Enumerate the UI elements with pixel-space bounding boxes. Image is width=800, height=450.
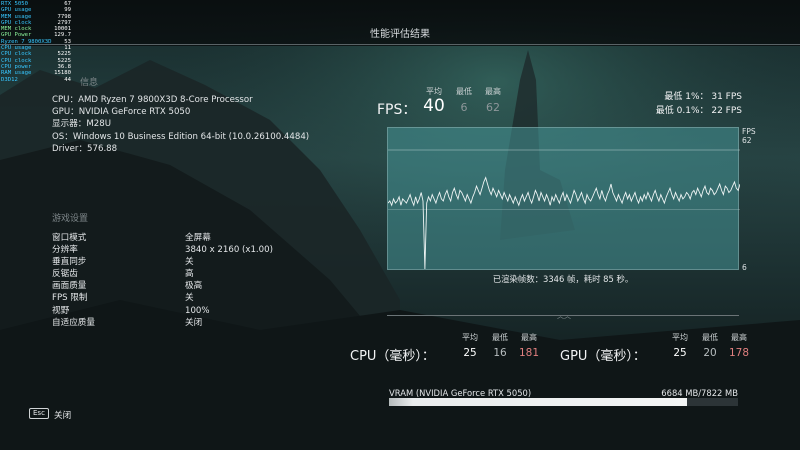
frames-rendered-text: 已渲染帧数：3346 帧，耗时 85 秒。 (492, 274, 634, 284)
fps-low-1-percent: 最低 1%： 31 FPS (664, 92, 742, 102)
setting-name: 窗口模式 (52, 233, 87, 243)
vram-label: VRAM (NVIDIA GeForce RTX 5050) (389, 388, 532, 398)
system-section-label: 信息 (80, 78, 99, 88)
setting-name: 视野 (52, 305, 70, 316)
setting-row: 反锯齿 高 (52, 268, 273, 280)
fps-max-header: 最高 (485, 87, 501, 96)
gpu-max-header: 最高 (731, 333, 747, 342)
graph-axis-max: 62 (742, 136, 752, 145)
cpu-max-header: 最高 (521, 333, 537, 342)
setting-name: 画面质量 (52, 281, 87, 292)
gpu-min-value: 20 (703, 347, 717, 359)
cpu-label: CPU（毫秒）： (350, 349, 435, 364)
fps-min-header: 最低 (456, 87, 472, 96)
graph-axis-top: FPS 62 (742, 127, 756, 145)
setting-value: 高 (185, 269, 194, 280)
performance-overlay: RTX 5050 67 GPU usage 99 MEM usage 7798 GPU cl… (1, 1, 71, 83)
overlay-key: D3D12 (1, 76, 18, 83)
fps-graph (387, 127, 740, 270)
close-button[interactable]: 关闭 (54, 409, 71, 421)
cpu-min-header: 最低 (492, 333, 508, 342)
setting-value: 100% (185, 305, 210, 316)
setting-name: 反锯齿 (52, 269, 78, 280)
overlay-row: D3D12 44 (1, 77, 71, 83)
setting-name: FPS 限制 (52, 293, 88, 304)
fps-max-value: 62 (486, 101, 500, 114)
setting-row: 垂直同步 关 (52, 256, 273, 268)
setting-row: 分辨率 3840 x 2160 (x1.00) (52, 244, 273, 256)
gpu-max-value: 178 (728, 347, 750, 359)
driver-info: Driver：576.88 (52, 143, 118, 154)
fps-min-value: 6 (460, 101, 468, 114)
graph-axis-unit: FPS (742, 127, 756, 136)
setting-row: 画面质量 极高 (52, 280, 273, 292)
page-title: 性能评估结果 (370, 29, 430, 40)
fps-low-0-1-percent: 最低 0.1%： 22 FPS (655, 106, 742, 116)
cpu-avg-header: 平均 (462, 333, 478, 342)
setting-name: 垂直同步 (52, 257, 87, 268)
setting-value: 关闭 (185, 317, 203, 328)
setting-value: 3840 x 2160 (x1.00) (185, 245, 273, 256)
setting-value: 全屏幕 (185, 233, 211, 243)
fps-label: FPS： (377, 102, 417, 118)
cpu-max-value: 181 (518, 347, 540, 359)
fps-series-line (388, 176, 740, 270)
game-settings-list: 窗口模式 全屏幕 分辨率 3840 x 2160 (x1.00) 垂直同步关反锯齿高画面… (52, 232, 273, 329)
os-info: OS：Windows 10 Business Edition 64-bit (1… (52, 131, 310, 142)
setting-row: FPS 限制 关 (52, 292, 273, 304)
setting-row: 窗口模式 全屏幕 (52, 232, 273, 244)
display-info: 显示器：M28U (52, 119, 112, 130)
gpu-avg-value: 25 (673, 347, 687, 359)
divider-ornament-icon: ︿︿ (557, 312, 571, 320)
setting-row: 自适应质量 关闭 (52, 317, 273, 329)
cpu-avg-value: 25 (463, 347, 477, 359)
settings-section-label: 游戏设置 (52, 214, 89, 224)
setting-value: 极高 (185, 281, 203, 292)
overlay-value: 44 (64, 76, 71, 83)
fps-avg-value: 40 (423, 96, 445, 116)
vram-value: 6684 MB/7822 MB (661, 388, 738, 398)
vram-usage-bar (389, 398, 738, 406)
cpu-min-value: 16 (493, 347, 507, 359)
setting-row: 视野 100% (52, 305, 273, 317)
graph-axis-min: 6 (742, 263, 747, 272)
cpu-info: CPU：AMD Ryzen 7 9800X3D 8-Core Processor (52, 95, 253, 105)
esc-key-icon[interactable]: Esc (29, 408, 49, 419)
gpu-info: GPU：NVIDIA GeForce RTX 5050 (52, 107, 191, 118)
gpu-avg-header: 平均 (672, 333, 688, 342)
system-info: CPU：AMD Ryzen 7 9800X3D 8-Core Processor… (52, 94, 309, 155)
setting-value: 关 (185, 293, 194, 304)
fps-graph-plot (388, 149, 740, 270)
gpu-label: GPU（毫秒）： (560, 349, 646, 364)
setting-name: 自适应质量 (52, 317, 95, 328)
title-divider (0, 44, 800, 45)
vram-usage-fill (389, 398, 688, 406)
setting-value: 关 (185, 257, 194, 268)
gpu-min-header: 最低 (702, 333, 718, 342)
setting-name: 分辨率 (52, 245, 78, 256)
